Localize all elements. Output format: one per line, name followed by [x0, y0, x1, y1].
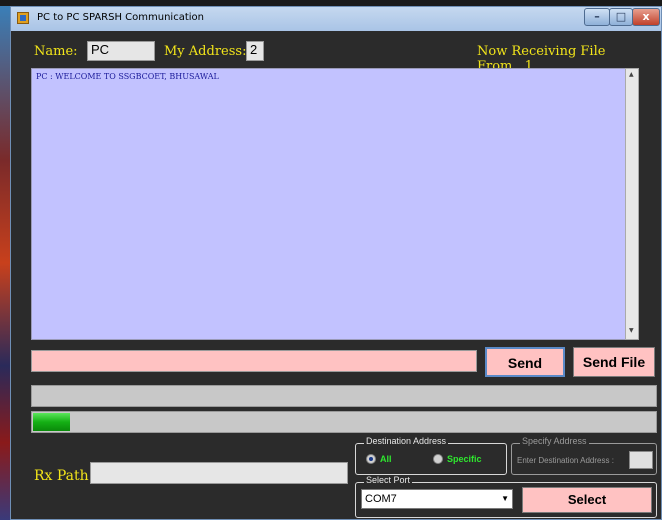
message-input[interactable]	[31, 350, 477, 372]
progress-bar-lower	[31, 411, 657, 433]
client-area: Name: PC My Address: 2 Now Receiving Fil…	[17, 31, 657, 519]
send-file-button[interactable]: Send File	[573, 347, 655, 377]
select-port-title: Select Port	[364, 475, 413, 485]
chat-display[interactable]: PC : WELCOME TO SSGBCOET, BHUSAWAL	[31, 68, 639, 340]
title-bar: PC to PC SPARSH Communication – □ x	[11, 7, 661, 31]
specify-address-group: Specify Address Enter Destination Addres…	[511, 436, 657, 475]
minimize-button[interactable]: –	[584, 8, 610, 26]
radio-specific-label[interactable]: Specific	[447, 454, 482, 464]
chevron-down-icon[interactable]: ▼	[501, 490, 509, 508]
app-icon	[17, 12, 29, 24]
name-field[interactable]: PC	[87, 41, 155, 61]
radio-all[interactable]	[366, 454, 376, 464]
window-title: PC to PC SPARSH Communication	[37, 12, 204, 23]
app-window: PC to PC SPARSH Communication – □ x Name…	[10, 6, 662, 520]
my-address-field[interactable]: 2	[246, 41, 264, 61]
scroll-up-icon[interactable]: ▲	[629, 71, 634, 78]
port-select-value: COM7	[365, 493, 397, 505]
my-address-label: My Address:	[164, 44, 247, 59]
specify-address-title: Specify Address	[520, 436, 589, 446]
progress-bar-upper	[31, 385, 657, 407]
scroll-down-icon[interactable]: ▼	[629, 327, 634, 334]
maximize-button[interactable]: □	[609, 8, 633, 26]
destination-address-title: Destination Address	[364, 436, 449, 446]
destination-address-group: Destination Address All Specific	[355, 436, 507, 475]
rx-path-label: Rx Path:	[34, 468, 94, 484]
radio-specific[interactable]	[433, 454, 443, 464]
progress-fill	[33, 413, 70, 431]
name-label: Name:	[34, 44, 78, 59]
specify-address-hint: Enter Destination Address :	[517, 456, 614, 465]
select-port-group: Select Port COM7 ▼ Select	[355, 475, 657, 518]
radio-all-label[interactable]: All	[380, 454, 392, 464]
chat-message: PC : WELCOME TO SSGBCOET, BHUSAWAL	[36, 72, 219, 81]
send-button[interactable]: Send	[485, 347, 565, 377]
close-button[interactable]: x	[632, 8, 660, 26]
rx-path-field[interactable]	[90, 462, 348, 484]
chat-scrollbar[interactable]: ▲ ▼	[625, 68, 639, 340]
select-button[interactable]: Select	[522, 487, 652, 513]
destination-address-field[interactable]	[629, 451, 653, 469]
port-select[interactable]: COM7 ▼	[361, 489, 513, 509]
